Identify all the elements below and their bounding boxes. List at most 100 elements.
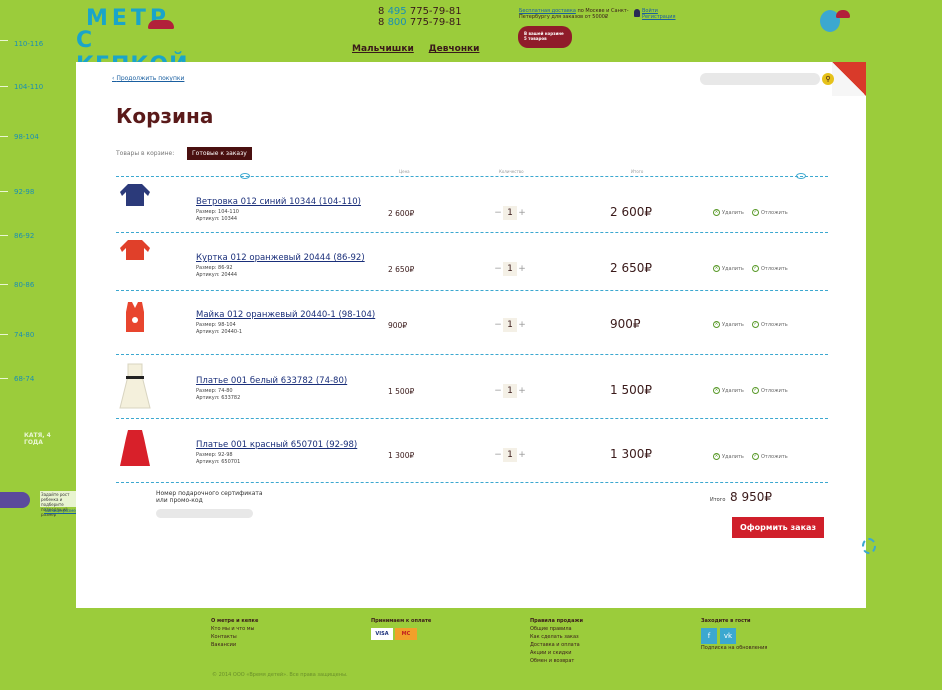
postpone-button[interactable]: ✓ Отложить <box>752 265 788 272</box>
copyright: © 2014 ООО «Время детей». Все права защи… <box>212 672 348 678</box>
jacket-icon[interactable] <box>118 238 152 262</box>
qty-plus-button[interactable]: + <box>517 208 527 218</box>
nav-girls[interactable]: Девчонки <box>429 44 480 54</box>
postpone-label: Отложить <box>761 266 788 272</box>
postpone-icon: ✓ <box>752 387 759 394</box>
ruler-size-label: 80-86 <box>14 281 35 289</box>
footer-heading: О метре и кепке <box>211 618 259 624</box>
delete-button[interactable]: × Удалить <box>713 387 744 394</box>
column-header-total: Итого <box>631 169 644 174</box>
delete-icon: × <box>713 265 720 272</box>
item-meta: Размер: 86-92 Артикул: 20444 <box>196 265 237 279</box>
qty-plus-button[interactable]: + <box>517 386 527 396</box>
decorative-swirl-icon <box>862 538 876 554</box>
row-divider <box>116 176 828 177</box>
qty-minus-button[interactable]: − <box>493 264 503 274</box>
phone-prefix: 8 <box>378 6 385 17</box>
footer-link[interactable]: Кто мы и что мы <box>211 625 258 633</box>
qty-minus-button[interactable]: − <box>493 208 503 218</box>
qty-plus-button[interactable]: + <box>517 450 527 460</box>
search-icon[interactable]: ⚲ <box>822 73 834 85</box>
mini-cart-hat[interactable]: В вашей корзине 5 товаров <box>518 26 572 48</box>
column-header-price: Цена <box>399 169 410 174</box>
item-price: 2 600₽ <box>388 209 415 218</box>
item-name-link[interactable]: Ветровка 012 синий 10344 (104-110) <box>196 197 361 207</box>
quantity-stepper: −1 + <box>493 262 527 276</box>
promo-code-label: Номер подарочного сертификата или промо-… <box>156 490 263 504</box>
footer-rules: Правила продажи Общие правила Как сделат… <box>530 617 583 665</box>
promo-code-input[interactable] <box>156 509 253 518</box>
nav-boys[interactable]: Мальчишки <box>352 44 414 54</box>
delete-button[interactable]: × Удалить <box>713 209 744 216</box>
quantity-stepper: −1 + <box>493 448 527 462</box>
item-price: 1 500₽ <box>388 387 415 396</box>
footer-heading: Правила продажи <box>530 618 583 624</box>
qty-minus-button[interactable]: − <box>493 320 503 330</box>
item-name-link[interactable]: Платье 001 белый 633782 (74-80) <box>196 376 347 386</box>
qty-value[interactable]: 1 <box>503 318 517 332</box>
item-name-link[interactable]: Майка 012 оранжевый 20440-1 (98-104) <box>196 310 375 320</box>
qty-value[interactable]: 1 <box>503 262 517 276</box>
row-divider <box>116 482 828 483</box>
qty-value[interactable]: 1 <box>503 384 517 398</box>
dress-icon[interactable] <box>118 362 152 412</box>
search-input[interactable] <box>700 73 820 85</box>
height-slider-handle[interactable] <box>0 492 30 508</box>
tab-ready-to-order[interactable]: Готовые к заказу <box>187 147 252 160</box>
qty-minus-button[interactable]: − <box>493 386 503 396</box>
vk-icon[interactable]: vk <box>720 628 736 644</box>
item-total: 900₽ <box>610 317 641 331</box>
footer-link[interactable]: Доставка и оплата <box>530 641 583 649</box>
postpone-button[interactable]: ✓ Отложить <box>752 453 788 460</box>
quantity-stepper: −1 + <box>493 318 527 332</box>
ruler-size-label: 98-104 <box>14 133 39 141</box>
qty-plus-button[interactable]: + <box>517 264 527 274</box>
qty-minus-button[interactable]: − <box>493 450 503 460</box>
ruler-tick <box>0 235 8 236</box>
item-name-link[interactable]: Куртка 012 оранжевый 20444 (86-92) <box>196 253 365 263</box>
qty-value[interactable]: 1 <box>503 206 517 220</box>
user-icon <box>634 9 640 17</box>
postpone-button[interactable]: ✓ Отложить <box>752 209 788 216</box>
facebook-icon[interactable]: f <box>701 628 717 644</box>
phone-code: 495 <box>387 6 407 17</box>
checkout-button[interactable]: Оформить заказ <box>732 517 824 538</box>
footer-link[interactable]: Как сделать заказ <box>530 633 583 641</box>
jacket-icon[interactable] <box>118 182 152 208</box>
footer-link[interactable]: Общие правила <box>530 625 583 633</box>
footer-link[interactable]: Акции и скидки <box>530 649 583 657</box>
divider-curl <box>240 173 250 179</box>
delete-button[interactable]: × Удалить <box>713 265 744 272</box>
tank-top-icon[interactable] <box>118 300 152 334</box>
postpone-button[interactable]: ✓ Отложить <box>752 387 788 394</box>
continue-shopping-link[interactable]: ‹ Продолжить покупки <box>112 75 184 82</box>
item-sku: Артикул: 20444 <box>196 272 238 278</box>
site-logo[interactable]: МЕТР С КЕПКОЙ <box>76 6 188 78</box>
footer-link[interactable]: Контакты <box>211 633 258 641</box>
item-name-link[interactable]: Платье 001 красный 650701 (92-98) <box>196 440 357 450</box>
footer-link[interactable]: Обмен и возврат <box>530 657 583 665</box>
dress-icon[interactable] <box>118 428 152 468</box>
footer-link[interactable]: Вакансии <box>211 641 258 649</box>
delivery-info: Бесплатная доставка по Москве и Санкт-Пе… <box>519 8 629 20</box>
delete-label: Удалить <box>722 266 744 272</box>
ruler-size-label: 68-74 <box>14 375 35 383</box>
delete-button[interactable]: × Удалить <box>713 453 744 460</box>
item-size: Размер: 74-80 <box>196 388 233 394</box>
item-meta: Размер: 92-98 Артикул: 650701 <box>196 452 240 466</box>
subscribe-link[interactable]: Подписка на обновления <box>701 644 767 652</box>
ruler-size-label: 104-110 <box>14 83 44 91</box>
item-total: 1 500₽ <box>610 383 652 397</box>
row-divider <box>116 232 828 233</box>
item-total: 2 600₽ <box>610 205 652 219</box>
qty-plus-button[interactable]: + <box>517 320 527 330</box>
ruler-size-label: 86-92 <box>14 232 35 240</box>
footer-about: О метре и кепке Кто мы и что мы Контакты… <box>211 617 258 649</box>
ruler-size-label: 92-98 <box>14 188 35 196</box>
register-link[interactable]: Регистрация <box>642 14 676 20</box>
qty-value[interactable]: 1 <box>503 448 517 462</box>
footer-payment: Принимаем к оплате VISA MC <box>371 617 431 640</box>
phone-line: 8 495 775-79-81 <box>378 6 462 17</box>
postpone-button[interactable]: ✓ Отложить <box>752 321 788 328</box>
delete-button[interactable]: × Удалить <box>713 321 744 328</box>
